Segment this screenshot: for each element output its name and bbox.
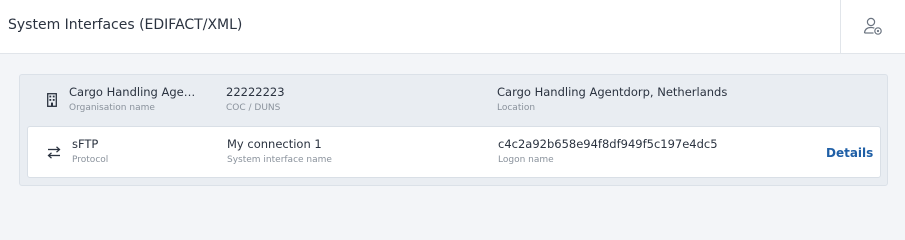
coc-label: COC / DUNS	[226, 103, 281, 113]
protocol-label: Protocol	[72, 155, 109, 165]
user-settings-icon	[863, 17, 882, 35]
coc-cell: 22222223 COC / DUNS	[226, 85, 285, 113]
interface-name-cell: My connection 1 System interface name	[227, 137, 332, 165]
user-settings-button[interactable]	[862, 15, 884, 37]
header-divider	[840, 0, 841, 53]
location-value: Cargo Handling Agentdorp, Netherlands	[497, 85, 728, 99]
organisation-name-label: Organisation name	[69, 103, 155, 113]
organisation-name-cell: Cargo Handling Age… Organisation name	[69, 85, 195, 113]
logon-name-label: Logon name	[498, 155, 554, 165]
logon-name-cell: c4c2a92b658e94f8df949f5c197e4dc5 Logon n…	[498, 137, 718, 165]
details-link[interactable]: Details	[826, 146, 873, 160]
interface-name-value: My connection 1	[227, 137, 322, 151]
protocol-cell: sFTP Protocol	[72, 137, 108, 165]
interfaces-panel: Cargo Handling Age… Organisation name 22…	[19, 74, 888, 186]
coc-value: 22222223	[226, 85, 285, 99]
page-title: System Interfaces (EDIFACT/XML)	[8, 17, 243, 33]
page-header: System Interfaces (EDIFACT/XML)	[0, 0, 905, 54]
swap-arrows-icon	[47, 146, 61, 159]
organisation-name: Cargo Handling Age…	[69, 85, 196, 99]
organisation-row: Cargo Handling Age… Organisation name 22…	[20, 75, 887, 123]
location-label: Location	[497, 103, 536, 113]
interface-name-label: System interface name	[227, 155, 332, 165]
protocol-value: sFTP	[72, 137, 99, 151]
logon-name-value: c4c2a92b658e94f8df949f5c197e4dc5	[498, 137, 718, 151]
location-cell: Cargo Handling Agentdorp, Netherlands Lo…	[497, 85, 727, 113]
building-icon	[47, 93, 57, 107]
connection-card: sFTP Protocol My connection 1 System int…	[27, 126, 881, 178]
